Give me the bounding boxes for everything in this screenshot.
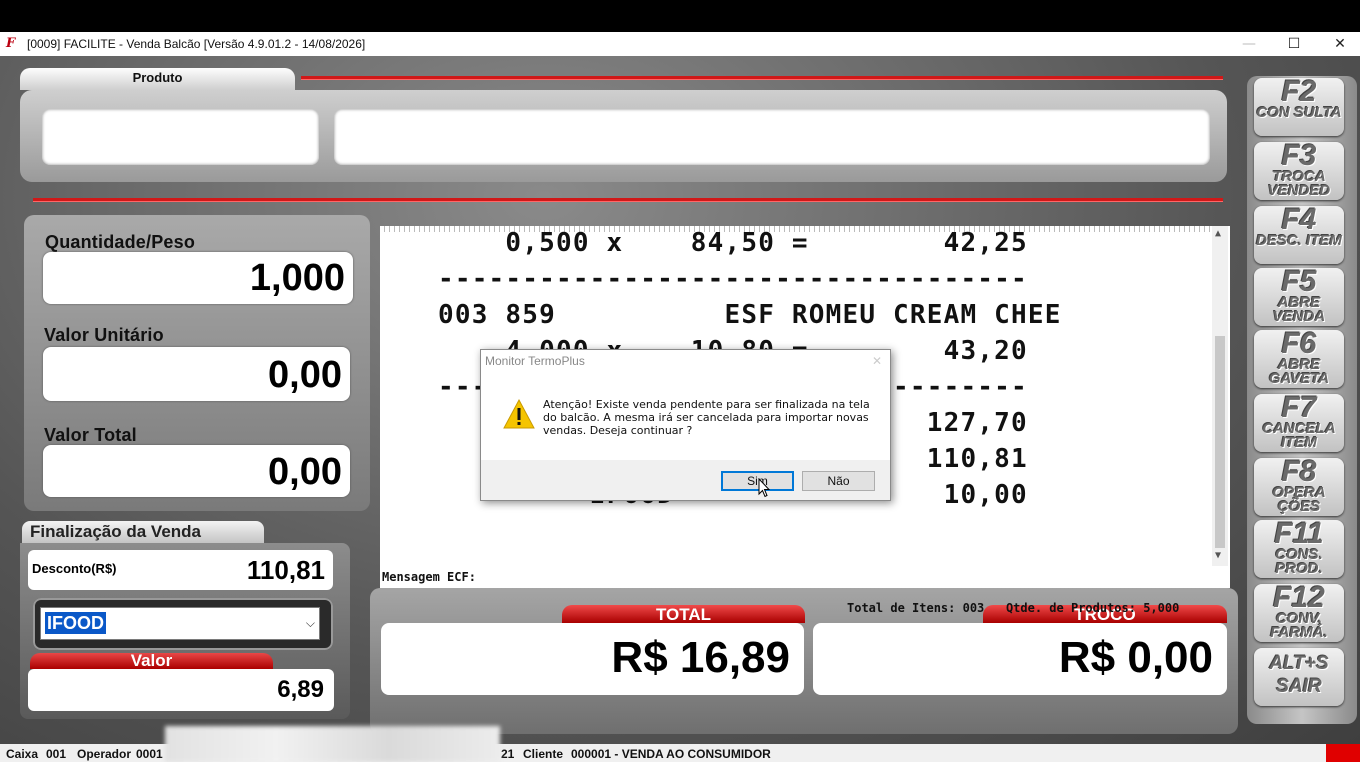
valor-total-label: Valor Total	[44, 425, 137, 445]
close-window-button[interactable]: ✕	[1317, 32, 1360, 56]
cliente-value: 000001 - VENDA AO CONSUMIDOR	[571, 747, 771, 761]
fkey-text: TROCA VENDED	[1267, 168, 1331, 199]
product-code-input[interactable]	[42, 109, 319, 165]
valor-label: Valor	[30, 652, 273, 669]
payment-method-select[interactable]: IFOOD ⌵	[40, 607, 320, 640]
f11-cons-prod-button[interactable]: F11 CONS. PROD.	[1254, 517, 1344, 578]
fkey-label: F7	[1281, 391, 1317, 424]
status-indicator	[1326, 744, 1360, 762]
fkey-text: CANCELA ITEM	[1262, 420, 1336, 451]
fkey-label: F11	[1274, 517, 1324, 550]
f8-operacoes-button[interactable]: F8 OPERA ÇÕES	[1254, 455, 1344, 516]
f5-abre-venda-button[interactable]: F5 ABRE VENDA	[1254, 265, 1344, 326]
mouse-cursor-icon	[758, 478, 770, 498]
divider-line	[301, 76, 1223, 79]
valor-input[interactable]: 6,89	[28, 669, 334, 711]
cliente-label: Cliente	[523, 747, 564, 761]
fkey-label: F3	[1281, 139, 1317, 172]
valor-unitario-label: Valor Unitário	[44, 325, 164, 345]
f7-cancela-item-button[interactable]: F7 CANCELA ITEM	[1254, 391, 1344, 452]
scroll-down-icon[interactable]: ▼	[1215, 550, 1221, 561]
dialog-message: Atenção! Existe venda pendente para ser …	[543, 398, 870, 437]
f12-conv-farma-button[interactable]: F12 CONV. FARMÁ.	[1254, 581, 1344, 642]
app-logo-icon: F	[6, 36, 16, 51]
fkey-label: F5	[1281, 265, 1317, 298]
fkey-text: CONS. PROD.	[1275, 546, 1323, 577]
desconto-label: Desconto(R$)	[32, 561, 117, 576]
mensagem-ecf-label: Mensagem ECF:	[382, 570, 476, 584]
troco-value: R$ 0,00	[813, 623, 1227, 695]
fkey-text: DESC. ITEM	[1256, 232, 1342, 249]
close-icon[interactable]: ✕	[872, 354, 882, 368]
chevron-down-icon[interactable]: ⌵	[306, 616, 315, 631]
status-partial: 21	[501, 747, 515, 761]
alt-s-sair-button[interactable]: ALT+S SAIR	[1254, 648, 1344, 706]
fkey-text: CONV. FARMÁ.	[1270, 610, 1328, 641]
desconto-field: Desconto(R$) 110,81	[28, 550, 333, 590]
dialog-title: Monitor TermoPlus	[481, 350, 890, 372]
quantidade-field[interactable]: 1,000	[43, 252, 353, 304]
operador-value: 0001	[136, 747, 163, 761]
fkey-label: F12	[1273, 581, 1325, 614]
fkey-label: F6	[1281, 327, 1317, 360]
f4-desc-item-button[interactable]: F4 DESC. ITEM	[1254, 203, 1344, 264]
receipt-scrollbar[interactable]: ▲ ▼	[1212, 226, 1228, 566]
window-titlebar: F [0009] FACILITE - Venda Balcão [Versão…	[0, 32, 1360, 56]
fkey-label: ALT+S	[1269, 653, 1329, 674]
product-description-field	[334, 109, 1210, 165]
fkey-text: CON SULTA	[1256, 104, 1342, 121]
tab-produto[interactable]: Produto	[20, 68, 295, 90]
fkey-text: ABRE VENDA	[1272, 294, 1326, 325]
dialog-body: Atenção! Existe venda pendente para ser …	[481, 372, 890, 460]
payment-method-value: IFOOD	[45, 612, 106, 634]
operador-label: Operador	[77, 747, 132, 761]
scroll-thumb[interactable]	[1215, 336, 1225, 548]
f3-troca-vendedor-button[interactable]: F3 TROCA VENDED	[1254, 139, 1344, 200]
caixa-value: 001	[46, 747, 67, 761]
fkey-label: F4	[1281, 203, 1317, 236]
minimize-button[interactable]: —	[1226, 32, 1272, 56]
confirm-dialog: Monitor TermoPlus ✕ Atenção! Existe vend…	[480, 349, 891, 501]
caixa-label: Caixa	[6, 747, 39, 761]
receipt-line: 003 859 ESF ROMEU CREAM CHEE	[438, 300, 1062, 330]
f6-abre-gaveta-button[interactable]: F6 ABRE GAVETA	[1254, 327, 1344, 388]
maximize-button[interactable]: ☐	[1271, 32, 1317, 56]
quantidade-label: Quantidade/Peso	[45, 232, 196, 252]
scroll-up-icon[interactable]: ▲	[1215, 228, 1221, 239]
total-value: R$ 16,89	[381, 623, 804, 695]
redacted-area	[165, 726, 500, 762]
total-label: TOTAL	[562, 605, 805, 624]
fkey-text: OPERA ÇÕES	[1272, 484, 1326, 515]
warning-icon	[503, 398, 535, 429]
fkey-label: F8	[1281, 455, 1317, 488]
divider-line	[33, 198, 1223, 201]
valor-total-field: 0,00	[43, 445, 350, 497]
finalizacao-title: Finalização da Venda	[22, 521, 264, 543]
fkey-text: ABRE GAVETA	[1268, 356, 1330, 387]
no-button[interactable]: Não	[802, 471, 875, 491]
receipt-line: -----------------------------------	[438, 264, 1028, 294]
fkey-text: SAIR	[1276, 676, 1322, 697]
valor-unitario-field[interactable]: 0,00	[43, 347, 350, 401]
window-title: [0009] FACILITE - Venda Balcão [Versão 4…	[27, 37, 366, 51]
fkey-label: F2	[1281, 75, 1317, 108]
desconto-value: 110,81	[246, 555, 325, 585]
receipt-line: 0,500 x 84,50 = 42,25	[438, 228, 1028, 258]
f2-consulta-button[interactable]: F2 CON SULTA	[1254, 75, 1344, 136]
items-info: Total de Itens: 003 Qtde. de Produtos: 5…	[847, 601, 1180, 615]
